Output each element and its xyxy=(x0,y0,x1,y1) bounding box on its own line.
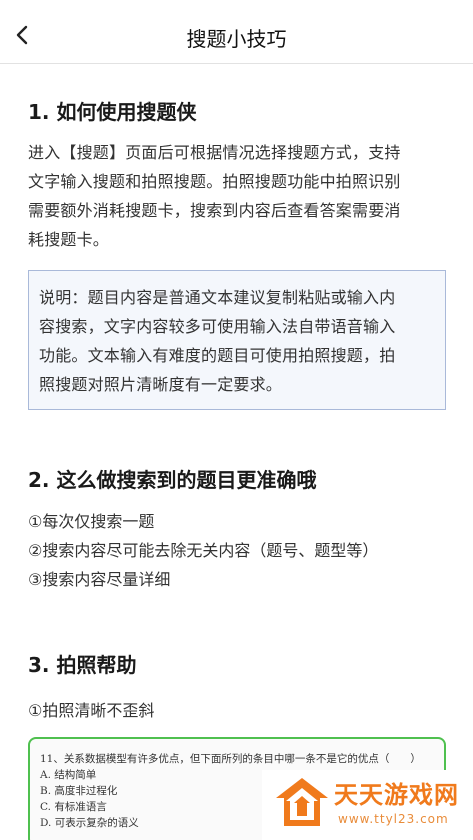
section-3-list: ①拍照清晰不歪斜 xyxy=(28,696,446,725)
note-line: 说明：题目内容是普通文本建议复制粘贴或输入内 xyxy=(39,288,396,307)
watermark-title: 天天游戏网 xyxy=(334,781,459,809)
section-heading-2: 2. 这么做搜索到的题目更准确哦 xyxy=(28,468,317,492)
section-heading-3: 3. 拍照帮助 xyxy=(28,653,137,677)
list-item: ③搜索内容尽量详细 xyxy=(28,570,171,589)
paragraph-line: 进入【搜题】页面后可根据情况选择搜题方式，支持 xyxy=(28,143,401,162)
paragraph-line: 耗搜题卡。 xyxy=(28,230,110,249)
watermark-url: www.ttyl23.com xyxy=(338,812,449,826)
note-line: 功能。文本输入有难度的题目可使用拍照搜题，拍 xyxy=(39,346,396,365)
list-item: ①每次仅搜索一题 xyxy=(28,512,155,531)
paragraph-line: 文字输入搜题和拍照搜题。拍照搜题功能中拍照识别 xyxy=(28,172,401,191)
section-1-paragraph: 进入【搜题】页面后可根据情况选择搜题方式，支持 文字输入搜题和拍照搜题。拍照搜题… xyxy=(28,138,446,254)
example-question: 11、关系数据模型有许多优点，但下面所列的条目中哪一条不是它的优点（ ） xyxy=(40,753,421,765)
paragraph-line: 需要额外消耗搜题卡，搜索到内容后查看答案需要消 xyxy=(28,201,401,220)
watermark: 天天游戏网 www.ttyl23.com xyxy=(262,770,473,840)
note-line: 照搜题对照片清晰度有一定要求。 xyxy=(39,375,283,394)
house-logo-icon xyxy=(276,778,328,826)
navigation-bar: 搜题小技巧 xyxy=(0,0,473,64)
section-2-list: ①每次仅搜索一题 ②搜索内容尽可能去除无关内容（题号、题型等） ③搜索内容尽量详… xyxy=(28,507,446,594)
section-heading-1: 1. 如何使用搜题侠 xyxy=(28,100,197,124)
page-title: 搜题小技巧 xyxy=(186,27,287,51)
note-line: 容搜索，文字内容较多可使用输入法自带语音输入 xyxy=(39,317,396,336)
list-item: ②搜索内容尽可能去除无关内容（题号、题型等） xyxy=(28,541,379,560)
note-box: 说明：题目内容是普通文本建议复制粘贴或输入内 容搜索，文字内容较多可使用输入法自… xyxy=(28,270,446,410)
list-item: ①拍照清晰不歪斜 xyxy=(28,701,155,720)
